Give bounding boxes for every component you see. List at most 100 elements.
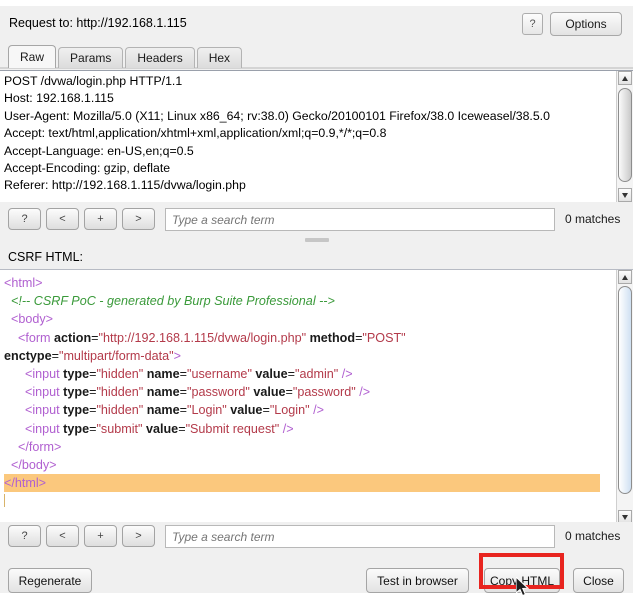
dialog-body: Request to: http://192.168.1.115 ? Optio…	[0, 6, 633, 597]
tab-headers[interactable]: Headers	[125, 47, 195, 68]
code-token-eq: =	[51, 348, 59, 363]
code-search-input[interactable]	[165, 525, 555, 548]
code-token-attr: action	[54, 330, 92, 345]
code-line: <!-- CSRF PoC - generated by Burp Suite …	[4, 292, 600, 310]
code-token-tag: />	[309, 403, 324, 418]
code-token-attr: name	[146, 403, 180, 418]
request-search-row: ? < + > 0 matches	[0, 205, 633, 233]
code-token-attr: enctype	[4, 348, 52, 363]
code-search-help-button[interactable]: ?	[8, 525, 41, 547]
code-token-val: "http://192.168.1.115/dvwa/login.php"	[98, 330, 307, 345]
code-search-matches-count: 0 matches	[565, 529, 621, 543]
burp-csrf-poc-dialog: Request to: http://192.168.1.115 ? Optio…	[0, 0, 633, 597]
code-vertical-scrollbar[interactable]	[616, 270, 633, 524]
request-view-tabs: Raw Params Headers Hex	[8, 44, 244, 68]
code-token-attr: value	[255, 366, 288, 381]
search-help-button[interactable]: ?	[8, 208, 41, 230]
code-token-tag: />	[338, 366, 353, 381]
request-raw-panel[interactable]: POST /dvwa/login.php HTTP/1.1 Host: 192.…	[0, 70, 633, 202]
code-scroll-thumb[interactable]	[618, 286, 632, 494]
code-token-eq: =	[262, 403, 270, 418]
request-raw-text: POST /dvwa/login.php HTTP/1.1 Host: 192.…	[4, 74, 550, 193]
code-line: </html>	[4, 474, 600, 493]
code-token-val: "username"	[186, 366, 252, 381]
csrf-html-section-label: CSRF HTML:	[8, 250, 83, 264]
code-token-val: "hidden"	[96, 366, 144, 381]
code-token-comment: <!-- CSRF PoC - generated by Burp Suite …	[11, 294, 335, 309]
scroll-up-arrow-icon[interactable]	[618, 71, 632, 85]
code-token-val: "hidden"	[96, 385, 144, 400]
tab-raw[interactable]: Raw	[8, 45, 57, 68]
code-token-tag: />	[355, 385, 371, 400]
search-next-button[interactable]: >	[122, 208, 155, 230]
code-line: <html>	[4, 274, 600, 292]
scroll-thumb[interactable]	[618, 88, 632, 182]
search-add-button[interactable]: +	[84, 208, 117, 230]
help-button[interactable]: ?	[522, 13, 543, 35]
csrf-html-code-text[interactable]: <html> <!-- CSRF PoC - generated by Burp…	[4, 274, 600, 522]
copy-html-button[interactable]: Copy HTML	[484, 568, 560, 593]
code-token-eq: =	[91, 330, 99, 345]
code-token-tag: >	[173, 348, 181, 363]
code-token-tag: <input	[25, 403, 64, 418]
code-token-tag: <html>	[4, 276, 43, 290]
code-line	[4, 492, 600, 510]
code-search-prev-button[interactable]: <	[46, 525, 79, 547]
code-token-attr: method	[309, 330, 356, 345]
request-vertical-scrollbar[interactable]	[616, 71, 633, 202]
code-line: </body>	[4, 456, 600, 474]
code-token-attr: name	[146, 366, 180, 381]
code-token-eq: =	[287, 366, 295, 381]
options-button[interactable]: Options	[550, 12, 622, 36]
code-token-val: "Login"	[269, 403, 310, 418]
code-token-val: "POST"	[362, 330, 406, 345]
selection-fill	[46, 476, 326, 490]
dialog-header: Request to: http://192.168.1.115 ? Optio…	[0, 10, 633, 42]
code-token-eq: =	[178, 421, 186, 436]
code-token-tag: <form	[18, 330, 55, 345]
code-search-next-button[interactable]: >	[122, 525, 155, 547]
code-token-val: "hidden"	[96, 403, 144, 418]
search-prev-button[interactable]: <	[46, 208, 79, 230]
code-token-tag: <input	[25, 385, 64, 400]
panel-splitter[interactable]	[0, 236, 633, 244]
test-in-browser-button[interactable]: Test in browser	[366, 568, 469, 593]
code-token-tag: <body>	[11, 312, 54, 327]
csrf-html-code-panel[interactable]: <html> <!-- CSRF PoC - generated by Burp…	[0, 269, 633, 524]
code-line: <body>	[4, 310, 600, 328]
code-search-add-button[interactable]: +	[84, 525, 117, 547]
code-scroll-up-arrow-icon[interactable]	[618, 270, 632, 284]
code-line: <form action="http://192.168.1.115/dvwa/…	[4, 329, 600, 347]
code-line: <input type="hidden" name="username" val…	[4, 365, 600, 383]
code-token-tag: </body>	[11, 457, 57, 472]
code-line: </form>	[4, 438, 600, 456]
regenerate-button[interactable]: Regenerate	[8, 568, 92, 593]
code-token-val: "password"	[292, 385, 356, 400]
tab-hex[interactable]: Hex	[196, 47, 243, 68]
text-caret	[4, 494, 5, 508]
code-token-attr: type	[63, 403, 90, 418]
code-token-val: "Login"	[186, 403, 227, 418]
code-token-attr: type	[63, 366, 90, 381]
scroll-down-arrow-icon[interactable]	[618, 188, 632, 202]
code-token-eq: =	[179, 403, 187, 418]
code-line: enctype="multipart/form-data">	[4, 347, 600, 365]
code-line: <input type="submit" value="Submit reque…	[4, 420, 600, 438]
code-token-val: "password"	[186, 385, 250, 400]
code-token-val: "multipart/form-data"	[58, 348, 174, 363]
splitter-grip-handle[interactable]	[305, 238, 329, 242]
search-matches-count: 0 matches	[565, 212, 621, 226]
code-token-attr: value	[230, 403, 263, 418]
code-token-tag: <input	[25, 366, 64, 381]
window-bottom-edge	[0, 593, 633, 597]
tab-params[interactable]: Params	[58, 47, 124, 68]
search-input[interactable]	[165, 208, 555, 231]
dialog-footer: Regenerate Test in browser Copy HTML Clo…	[0, 556, 633, 597]
code-token-eq: =	[179, 385, 187, 400]
code-line: <input type="hidden" name="Login" value=…	[4, 401, 600, 419]
code-token-tag: </form>	[18, 439, 62, 454]
close-button[interactable]: Close	[573, 568, 624, 593]
code-token-eq: =	[179, 366, 187, 381]
code-token-tag: </html>	[4, 476, 46, 491]
code-token-tag: <input	[25, 421, 64, 436]
